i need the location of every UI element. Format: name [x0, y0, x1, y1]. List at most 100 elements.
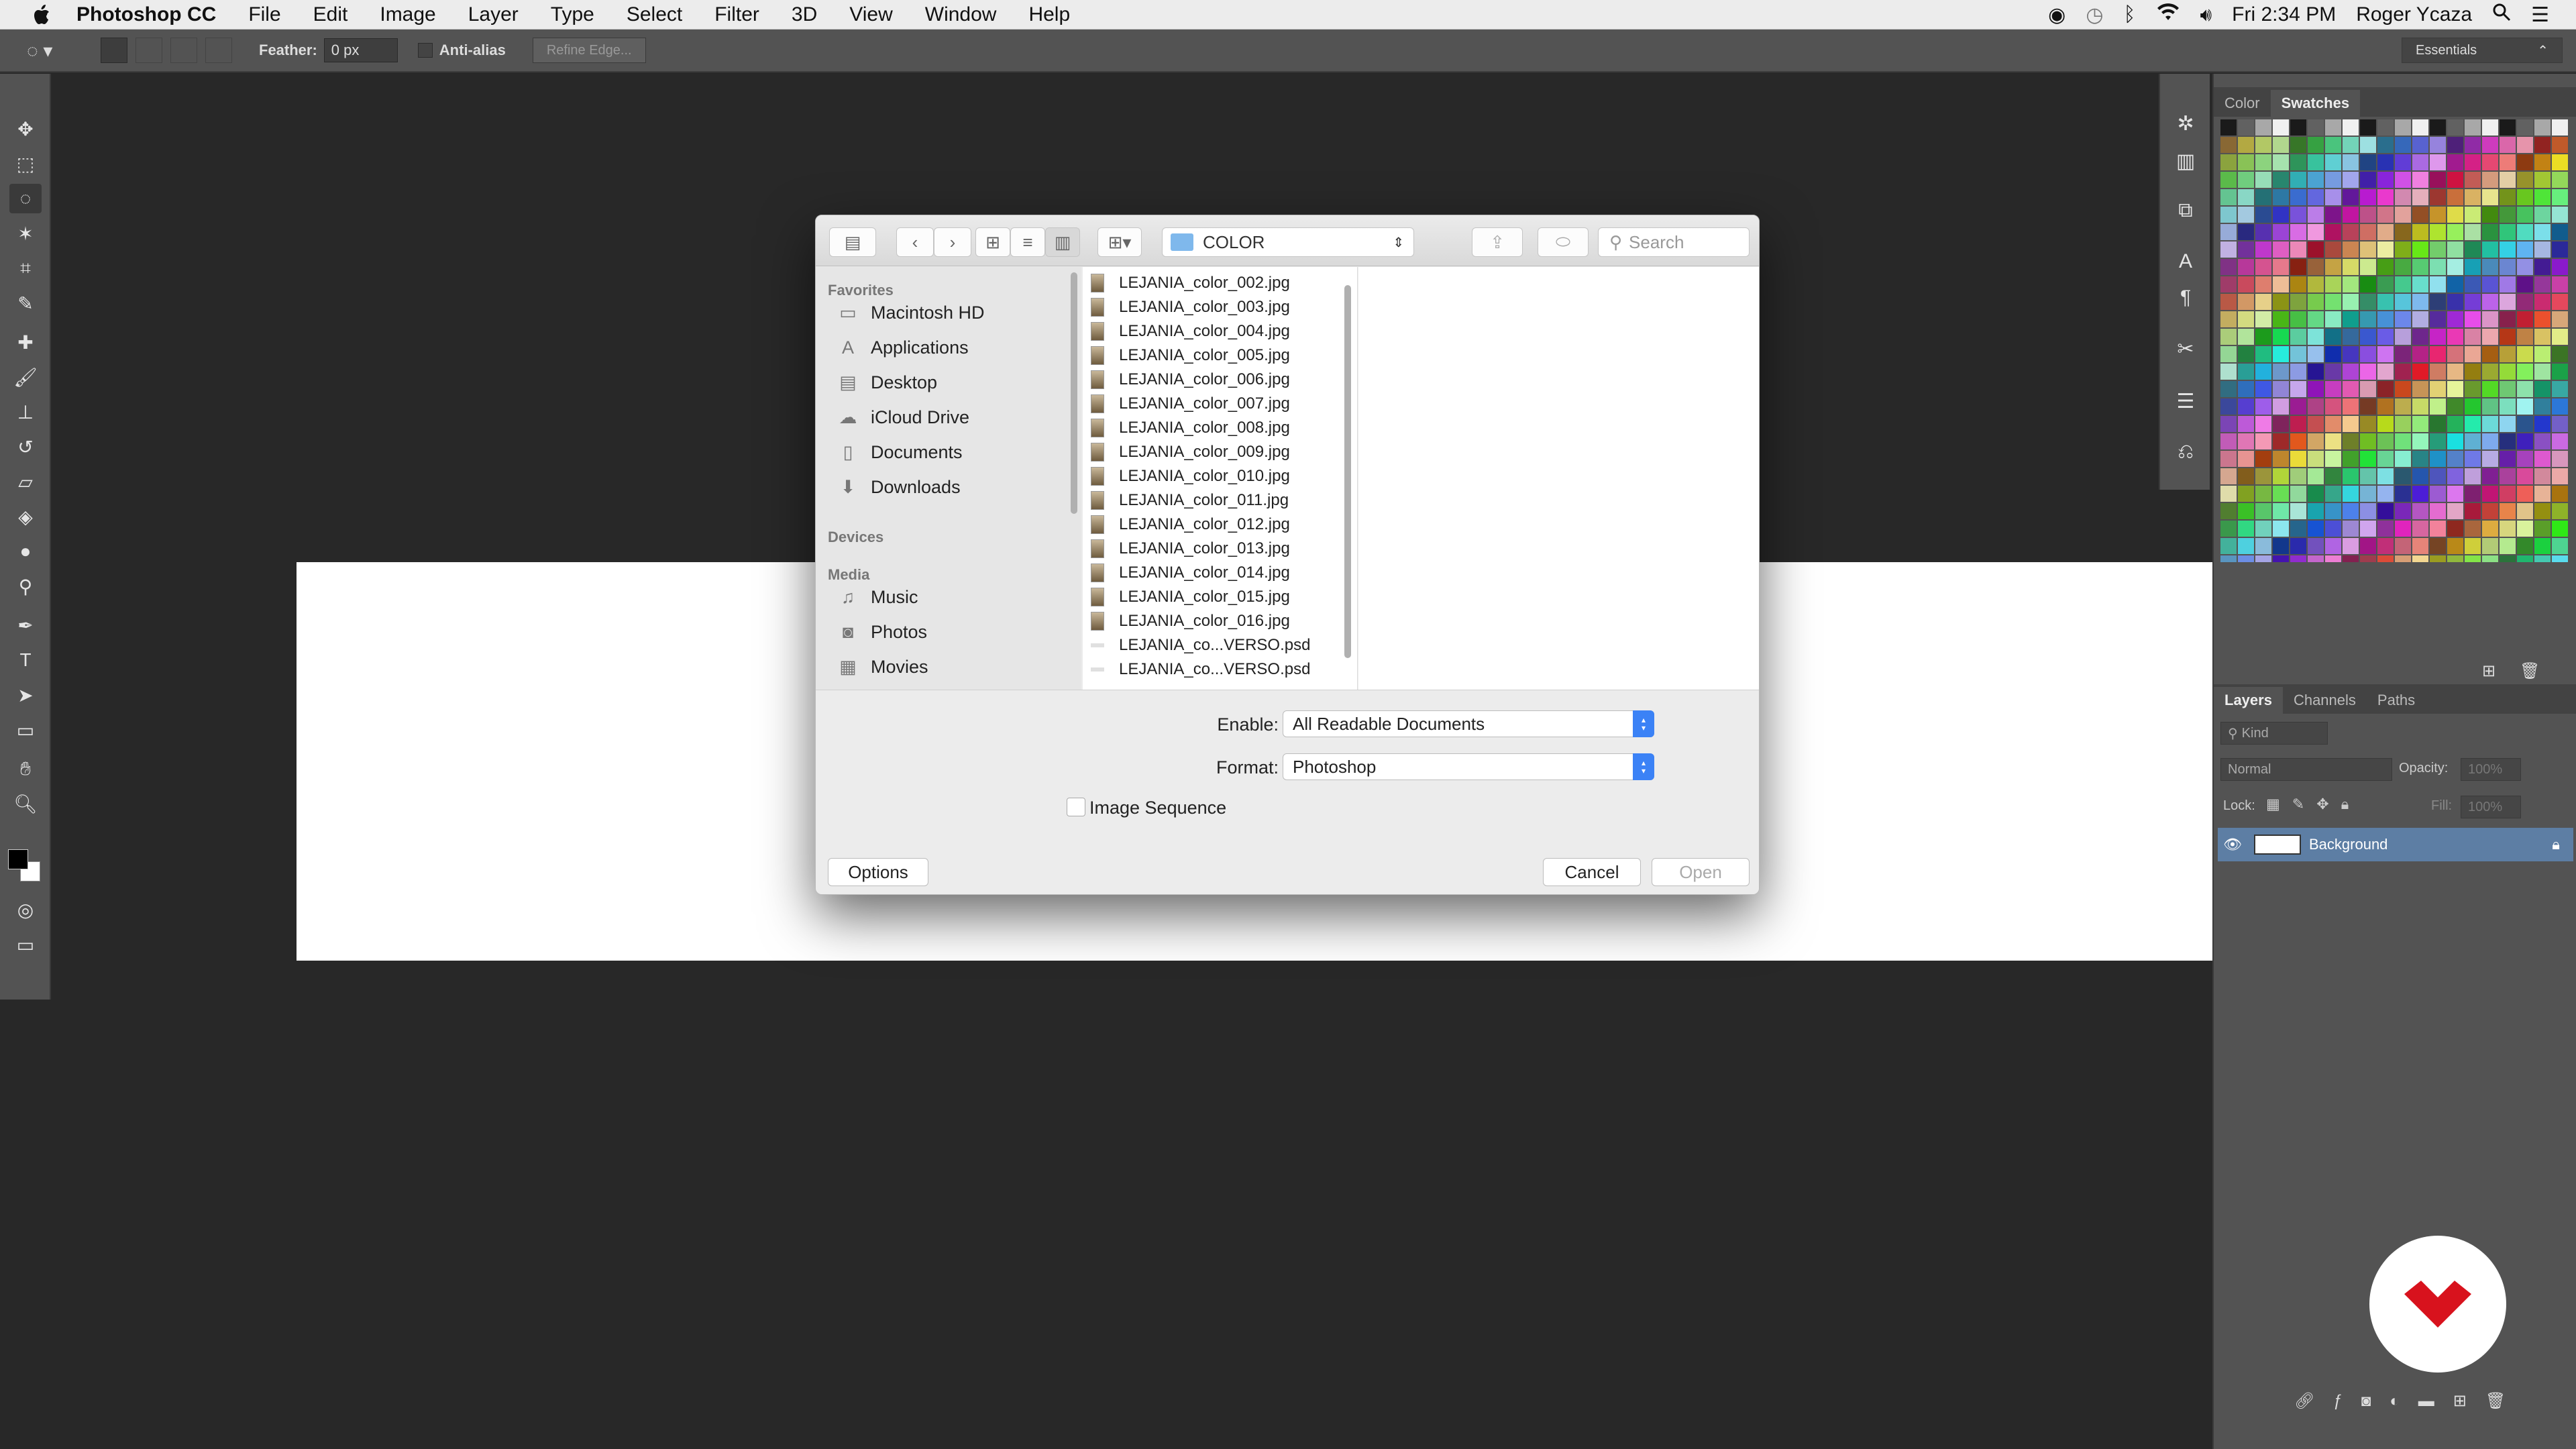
lasso-preset-icon[interactable]: ◌ ▾ — [27, 40, 74, 62]
column-view-button[interactable]: ▥ — [1045, 227, 1080, 257]
file-column-scrollbar[interactable] — [1344, 285, 1351, 658]
swatches-grid[interactable] — [2220, 119, 2569, 562]
lock-icons[interactable]: ▦✎✥🔒︎ — [2266, 796, 2361, 813]
sidebar-item-photos[interactable]: ◙ Photos — [836, 617, 927, 647]
menubar-user[interactable]: Roger Ycaza — [2356, 3, 2472, 26]
file-row[interactable]: LEJANIA_color_015.jpg — [1091, 585, 1290, 609]
navigator-icon[interactable]: ✲ — [2169, 107, 2202, 140]
file-row[interactable]: LEJANIA_color_003.jpg — [1091, 295, 1290, 319]
layer-kind-filter[interactable]: ⚲ Kind — [2220, 722, 2328, 745]
menu-select[interactable]: Select — [610, 3, 698, 26]
histogram-icon[interactable]: ▥ — [2169, 145, 2202, 177]
share-button[interactable]: ⇪ — [1472, 227, 1523, 257]
options-button[interactable]: Options — [828, 858, 928, 886]
selection-intersect-icon[interactable] — [205, 38, 232, 63]
file-row[interactable]: LEJANIA_co...VERSO.psd — [1091, 657, 1310, 682]
file-row[interactable]: LEJANIA_color_014.jpg — [1091, 561, 1290, 585]
tab-channels[interactable]: Channels — [2283, 687, 2367, 714]
eye-visibility-icon[interactable]: 👁︎ — [2218, 836, 2247, 853]
refine-edge-button[interactable]: Refine Edge... — [532, 38, 646, 63]
menu-file[interactable]: File — [232, 3, 297, 26]
selection-new-icon[interactable] — [101, 38, 127, 63]
adjustments-icon[interactable]: ☰ — [2169, 385, 2202, 417]
sidebar-item-downloads[interactable]: ⬇ Downloads — [836, 472, 961, 502]
move-tool-icon[interactable]: ✥ — [9, 114, 42, 144]
forward-button[interactable]: › — [934, 227, 971, 257]
sidebar-item-macintosh-hd[interactable]: ▭ Macintosh HD — [836, 298, 984, 327]
sidebar-item-movies[interactable]: ▦ Movies — [836, 652, 928, 682]
eraser-tool-icon[interactable]: ▱ — [9, 467, 42, 496]
history-icon[interactable]: ⎌ — [2169, 436, 2202, 468]
menu-3d[interactable]: 3D — [775, 3, 833, 26]
tab-paths[interactable]: Paths — [2367, 687, 2426, 714]
file-row[interactable]: LEJANIA_color_010.jpg — [1091, 464, 1290, 488]
list-view-button[interactable]: ≡ — [1010, 227, 1045, 257]
sidebar-scrollbar[interactable] — [1071, 272, 1077, 514]
spotlight-search-icon[interactable] — [2492, 3, 2511, 27]
anti-alias-checkbox[interactable] — [417, 43, 433, 58]
file-row[interactable]: LEJANIA_color_006.jpg — [1091, 368, 1290, 392]
file-row[interactable]: LEJANIA_color_011.jpg — [1091, 488, 1289, 513]
file-row[interactable]: LEJANIA_co...VERSO.psd — [1091, 633, 1310, 657]
menu-app-name[interactable]: Photoshop CC — [72, 3, 232, 26]
enable-select[interactable]: All Readable Documents ▴ ▾ — [1283, 710, 1654, 737]
menu-type[interactable]: Type — [535, 3, 610, 26]
menu-view[interactable]: View — [833, 3, 908, 26]
volume-icon[interactable]: 🔊︎ — [2200, 4, 2212, 26]
foreground-color-swatch[interactable] — [8, 849, 28, 869]
screen-mode-icon[interactable]: ▭ — [9, 930, 42, 959]
sidebar-toggle-button[interactable]: ▤ — [829, 227, 876, 257]
blend-mode-select[interactable]: Normal — [2220, 758, 2392, 781]
type-tool-icon[interactable]: T — [9, 645, 42, 675]
dodge-tool-icon[interactable]: ⚲ — [9, 572, 42, 601]
workspace-switcher[interactable]: Essentials ⌃ — [2402, 38, 2563, 63]
file-row[interactable]: LEJANIA_color_007.jpg — [1091, 392, 1290, 416]
healing-brush-tool-icon[interactable]: ✚ — [9, 327, 42, 357]
opacity-input[interactable]: 100% — [2461, 758, 2521, 781]
sidebar-item-documents[interactable]: ▯ Documents — [836, 437, 963, 467]
wifi-icon[interactable] — [2156, 3, 2180, 27]
new-swatch-icon[interactable]: ⊞ — [2482, 661, 2496, 681]
marquee-tool-icon[interactable]: ⬚ — [9, 149, 42, 178]
location-popup[interactable]: COLOR ⇕ — [1162, 227, 1414, 257]
stamp-tool-icon[interactable]: ⊥ — [9, 397, 42, 427]
menu-window[interactable]: Window — [909, 3, 1013, 26]
brush-tool-icon[interactable]: 🖌︎ — [9, 362, 42, 392]
menu-edit[interactable]: Edit — [297, 3, 364, 26]
pen-tool-icon[interactable]: ✒ — [9, 610, 42, 640]
layer-name[interactable]: Background — [2309, 836, 2387, 853]
sidebar-item-icloud-drive[interactable]: ☁ iCloud Drive — [836, 402, 970, 432]
tag-button[interactable]: ⬭ — [1538, 227, 1589, 257]
bluetooth-icon[interactable]: ᛒ — [2124, 3, 2136, 26]
path-selection-tool-icon[interactable]: ➤ — [9, 680, 42, 710]
file-row[interactable]: LEJANIA_color_002.jpg — [1091, 271, 1290, 295]
clone-source-icon[interactable]: ⧉ — [2169, 195, 2202, 227]
shape-tool-icon[interactable]: ▭ — [9, 715, 42, 745]
feather-input[interactable] — [323, 38, 398, 62]
magic-wand-tool-icon[interactable]: ✶ — [9, 219, 42, 248]
tab-color[interactable]: Color — [2214, 90, 2271, 117]
blur-tool-icon[interactable]: ● — [9, 537, 42, 566]
cancel-button[interactable]: Cancel — [1543, 858, 1641, 886]
layers-footer-icons[interactable]: 🔗︎ƒ◙◐▬⊞🗑︎ — [2294, 1391, 2524, 1411]
lasso-tool-icon[interactable]: ◌ — [9, 184, 42, 213]
paragraph-icon[interactable]: ¶ — [2169, 282, 2202, 314]
apple-icon[interactable] — [27, 0, 56, 30]
file-row[interactable]: LEJANIA_color_013.jpg — [1091, 537, 1290, 561]
tool-presets-icon[interactable]: ✂ — [2169, 333, 2202, 365]
notification-center-icon[interactable]: ☰ — [2531, 3, 2549, 27]
menubar-clock[interactable]: Fri 2:34 PM — [2232, 3, 2336, 26]
layer-row-background[interactable]: 👁︎ Background 🔒︎ — [2218, 828, 2573, 861]
eyedropper-tool-icon[interactable]: ✎ — [9, 288, 42, 318]
file-row[interactable]: LEJANIA_color_008.jpg — [1091, 416, 1290, 440]
open-button[interactable]: Open — [1652, 858, 1750, 886]
zoom-tool-icon[interactable]: 🔍︎ — [9, 789, 42, 818]
crop-tool-icon[interactable]: ⌗ — [9, 254, 42, 283]
record-icon[interactable]: ◉ — [2048, 3, 2065, 27]
menu-help[interactable]: Help — [1012, 3, 1086, 26]
menu-filter[interactable]: Filter — [698, 3, 775, 26]
file-row[interactable]: LEJANIA_color_009.jpg — [1091, 440, 1290, 464]
image-sequence-checkbox[interactable] — [1067, 798, 1085, 816]
paint-bucket-tool-icon[interactable]: ◈ — [9, 502, 42, 531]
sidebar-item-applications[interactable]: A Applications — [836, 333, 969, 362]
